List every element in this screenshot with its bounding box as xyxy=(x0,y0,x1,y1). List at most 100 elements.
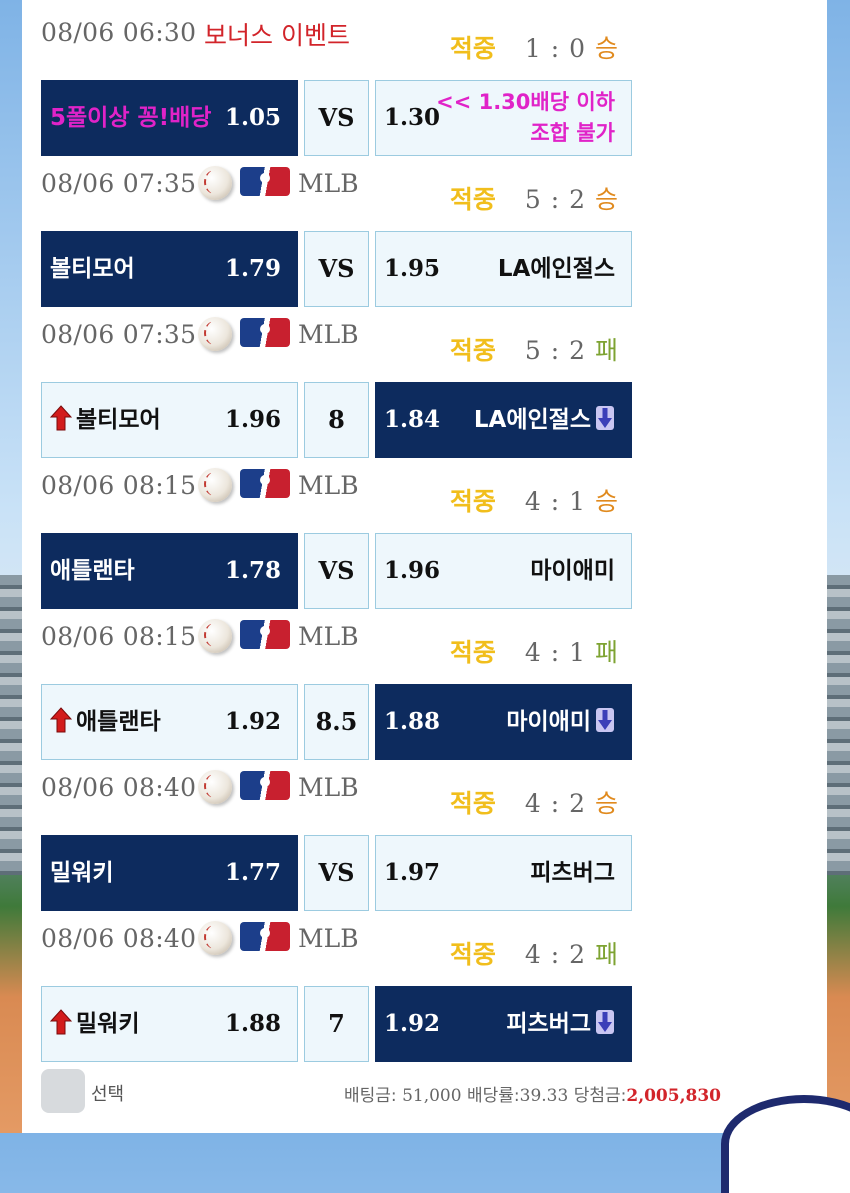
bet-block: 08/06 07:35 MLB 적중 5 : 2 패 볼티모어 1.96 8 1… xyxy=(22,302,827,458)
baseball-icon xyxy=(198,468,232,502)
odds-rate: 39.33 xyxy=(519,1086,569,1106)
league-name: MLB xyxy=(298,320,359,349)
home-pick-box[interactable]: 볼티모어 1.96 xyxy=(41,382,298,458)
home-pick-box[interactable]: 밀워키 1.77 xyxy=(41,835,298,911)
vs-box[interactable]: VS xyxy=(304,231,369,307)
league-name: MLB xyxy=(298,169,359,198)
result-status: 적중 xyxy=(449,185,496,214)
away-odds: 1.97 xyxy=(384,859,441,886)
home-odds: 1.78 xyxy=(224,557,281,584)
result-status: 적중 xyxy=(449,336,496,365)
home-team-name: 밀워키 xyxy=(76,1011,140,1037)
select-checkbox[interactable] xyxy=(41,1069,85,1113)
bet-amount-label: 배팅금: xyxy=(344,1086,397,1106)
away-odds: 1.96 xyxy=(384,557,441,584)
match-time: 08/06 08:40 xyxy=(41,924,197,953)
away-team-label: LA에인절스 xyxy=(474,383,615,457)
match-time: 08/06 08:15 xyxy=(41,471,197,500)
league-name: MLB xyxy=(298,924,359,953)
match-result: 적중 1 : 0 승 xyxy=(450,29,618,65)
result-status: 적중 xyxy=(449,940,496,969)
handicap-box[interactable]: 8.5 xyxy=(304,684,369,760)
match-time: 08/06 07:35 xyxy=(41,320,197,349)
match-time: 08/06 08:40 xyxy=(41,773,197,802)
away-team-label: 피츠버그 xyxy=(506,987,615,1061)
match-time: 08/06 08:15 xyxy=(41,622,197,651)
away-odds: 1.95 xyxy=(384,255,441,282)
bet-block: 08/06 08:40 MLB 적중 4 : 2 승 밀워키 1.77 VS 1… xyxy=(22,755,827,911)
away-team-name: LA에인절스 xyxy=(497,256,615,282)
away-team-name: 마이애미 xyxy=(530,558,615,584)
bet-summary: 배팅금: 51,000 배당률:39.33 당첨금:2,005,830 xyxy=(344,1081,721,1106)
floating-button[interactable] xyxy=(721,1095,850,1193)
event-note-line1: << 1.30배당 이하 xyxy=(436,90,615,114)
arrow-up-icon xyxy=(50,1008,72,1034)
vs-box[interactable]: VS xyxy=(304,835,369,911)
mlb-logo-icon xyxy=(240,167,290,196)
result-score: 5 : 2 xyxy=(524,336,587,365)
mlb-logo-icon xyxy=(240,771,290,800)
baseball-icon xyxy=(198,166,232,200)
match-result: 적중 5 : 2 패 xyxy=(450,331,618,367)
result-status: 적중 xyxy=(449,487,496,516)
away-odds: 1.30 xyxy=(384,104,441,131)
away-pick-box[interactable]: 1.30 << 1.30배당 이하 조합 불가 xyxy=(375,80,632,156)
home-odds: 1.96 xyxy=(224,406,281,433)
home-team-name: 밀워키 xyxy=(50,860,114,886)
home-pick-box[interactable]: 5폴이상 꽁!배당 1.05 xyxy=(41,80,298,156)
home-pick-box[interactable]: 애틀랜타 1.78 xyxy=(41,533,298,609)
home-team-name: 애틀랜타 xyxy=(76,709,161,735)
match-result: 적중 4 : 2 승 xyxy=(450,784,618,820)
arrow-up-icon xyxy=(50,404,72,430)
result-outcome: 승 xyxy=(594,487,618,516)
handicap-box[interactable]: 7 xyxy=(304,986,369,1062)
home-pick-box[interactable]: 밀워키 1.88 xyxy=(41,986,298,1062)
away-team-name: LA에인절스 xyxy=(473,407,591,433)
bet-block-bonus: 08/06 06:30 보너스 이벤트 적중 1 : 0 승 5폴이상 꽁!배당… xyxy=(22,0,827,156)
baseball-icon xyxy=(198,921,232,955)
result-score: 4 : 1 xyxy=(524,487,587,516)
away-team-name: 피츠버그 xyxy=(530,860,615,886)
home-pick-box[interactable]: 볼티모어 1.79 xyxy=(41,231,298,307)
mlb-logo-icon xyxy=(240,922,290,951)
prize-amount: 2,005,830 xyxy=(626,1086,721,1106)
vs-box[interactable]: VS xyxy=(304,533,369,609)
home-odds: 1.77 xyxy=(224,859,281,886)
home-team-label: 밀워키 xyxy=(50,987,139,1061)
home-pick-box[interactable]: 애틀랜타 1.92 xyxy=(41,684,298,760)
result-outcome: 패 xyxy=(594,638,618,667)
odds-rate-label: 배당률: xyxy=(466,1086,520,1106)
result-outcome: 승 xyxy=(594,789,618,818)
away-pick-box[interactable]: 1.95 LA에인절스 xyxy=(375,231,632,307)
match-result: 적중 4 : 2 패 xyxy=(450,935,618,971)
vs-box[interactable]: VS xyxy=(304,80,369,156)
away-pick-box[interactable]: 1.92 피츠버그 xyxy=(375,986,632,1062)
mlb-logo-icon xyxy=(240,620,290,649)
away-team-name: 피츠버그 xyxy=(506,1011,591,1037)
handicap-box[interactable]: 8 xyxy=(304,382,369,458)
arrow-down-icon xyxy=(596,707,614,732)
home-team-name: 볼티모어 xyxy=(76,407,161,433)
away-pick-box[interactable]: 1.96 마이애미 xyxy=(375,533,632,609)
result-score: 4 : 1 xyxy=(524,638,587,667)
away-odds: 1.88 xyxy=(384,708,441,735)
home-team-name: 애틀랜타 xyxy=(50,558,135,584)
result-outcome: 패 xyxy=(594,336,618,365)
match-result: 적중 4 : 1 패 xyxy=(450,633,618,669)
home-odds: 1.05 xyxy=(224,104,281,131)
event-note-line2: 조합 불가 xyxy=(530,121,615,145)
result-score: 5 : 2 xyxy=(524,185,587,214)
away-team-name: 마이애미 xyxy=(506,709,591,735)
away-pick-box[interactable]: 1.84 LA에인절스 xyxy=(375,382,632,458)
match-time: 08/06 06:30 xyxy=(41,18,197,47)
result-score: 4 : 2 xyxy=(524,940,587,969)
league-name: MLB xyxy=(298,773,359,802)
away-odds: 1.84 xyxy=(384,406,441,433)
bet-block: 08/06 08:40 MLB 적중 4 : 2 패 밀워키 1.88 7 1.… xyxy=(22,906,827,1062)
away-pick-box[interactable]: 1.97 피츠버그 xyxy=(375,835,632,911)
baseball-icon xyxy=(198,619,232,653)
mlb-logo-icon xyxy=(240,469,290,498)
away-pick-box[interactable]: 1.88 마이애미 xyxy=(375,684,632,760)
home-odds: 1.88 xyxy=(224,1010,281,1037)
result-status: 적중 xyxy=(449,34,496,63)
